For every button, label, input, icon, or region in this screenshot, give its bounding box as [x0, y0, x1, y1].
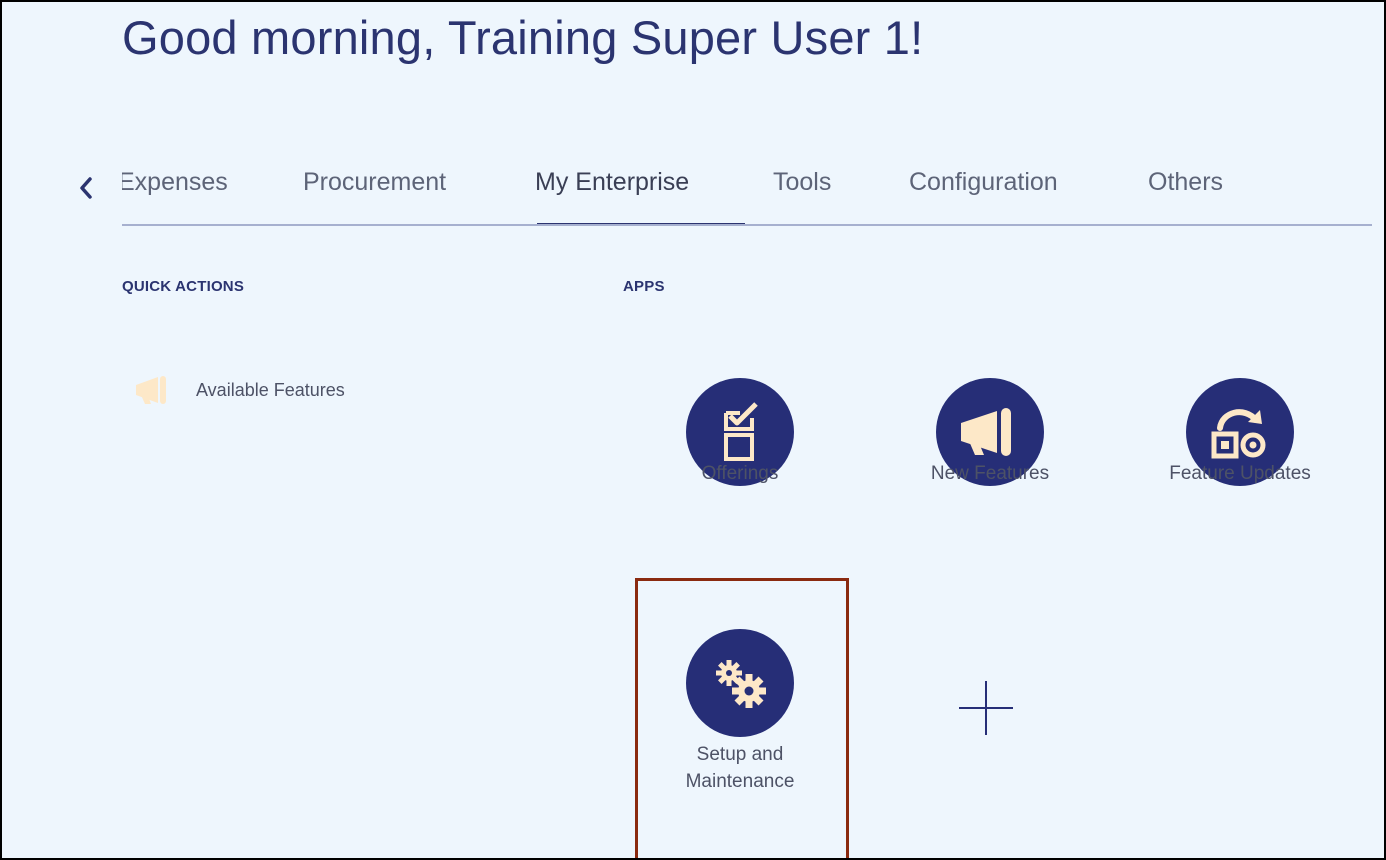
quick-action-available-features[interactable]: Available Features [134, 374, 345, 406]
tab-strip: Expenses Procurement My Enterprise Tools… [122, 152, 1372, 226]
tab-procurement[interactable]: Procurement [303, 168, 446, 197]
gears-icon [716, 660, 766, 708]
tabs-scroll-left-button[interactable] [68, 168, 104, 208]
add-app-button[interactable] [957, 679, 1015, 737]
megaphone-icon [961, 408, 1011, 456]
tab-my-enterprise[interactable]: My Enterprise [535, 168, 689, 197]
home-page: Good morning, Training Super User 1! Exp… [0, 0, 1386, 860]
app-offerings[interactable]: Offerings [650, 378, 830, 487]
app-icon-circle [686, 629, 794, 737]
tab-tools[interactable]: Tools [773, 168, 831, 197]
app-label: Offerings [701, 463, 779, 484]
feature-update-icon [1211, 409, 1266, 459]
tab-configuration[interactable]: Configuration [909, 168, 1058, 197]
app-label: New Features [930, 463, 1050, 484]
tab-expenses[interactable]: Expenses [122, 168, 228, 197]
app-setup-and-maintenance[interactable]: Setup and Maintenance [650, 629, 830, 795]
active-tab-indicator [537, 223, 745, 224]
chevron-left-icon [80, 177, 92, 199]
tab-others[interactable]: Others [1148, 168, 1223, 197]
app-label: Setup and Maintenance [685, 744, 795, 792]
app-label: Feature Updates [1169, 463, 1311, 484]
quick-action-label: Available Features [196, 379, 345, 400]
megaphone-icon [136, 376, 166, 404]
quick-actions-heading: QUICK ACTIONS [122, 278, 245, 295]
app-feature-updates[interactable]: Feature Updates [1150, 378, 1330, 487]
apps-heading: APPS [623, 278, 665, 295]
page-title: Good morning, Training Super User 1! [122, 11, 924, 64]
app-new-features[interactable]: New Features [900, 378, 1080, 487]
checklist-icon [724, 402, 758, 461]
plus-icon [959, 681, 1013, 735]
